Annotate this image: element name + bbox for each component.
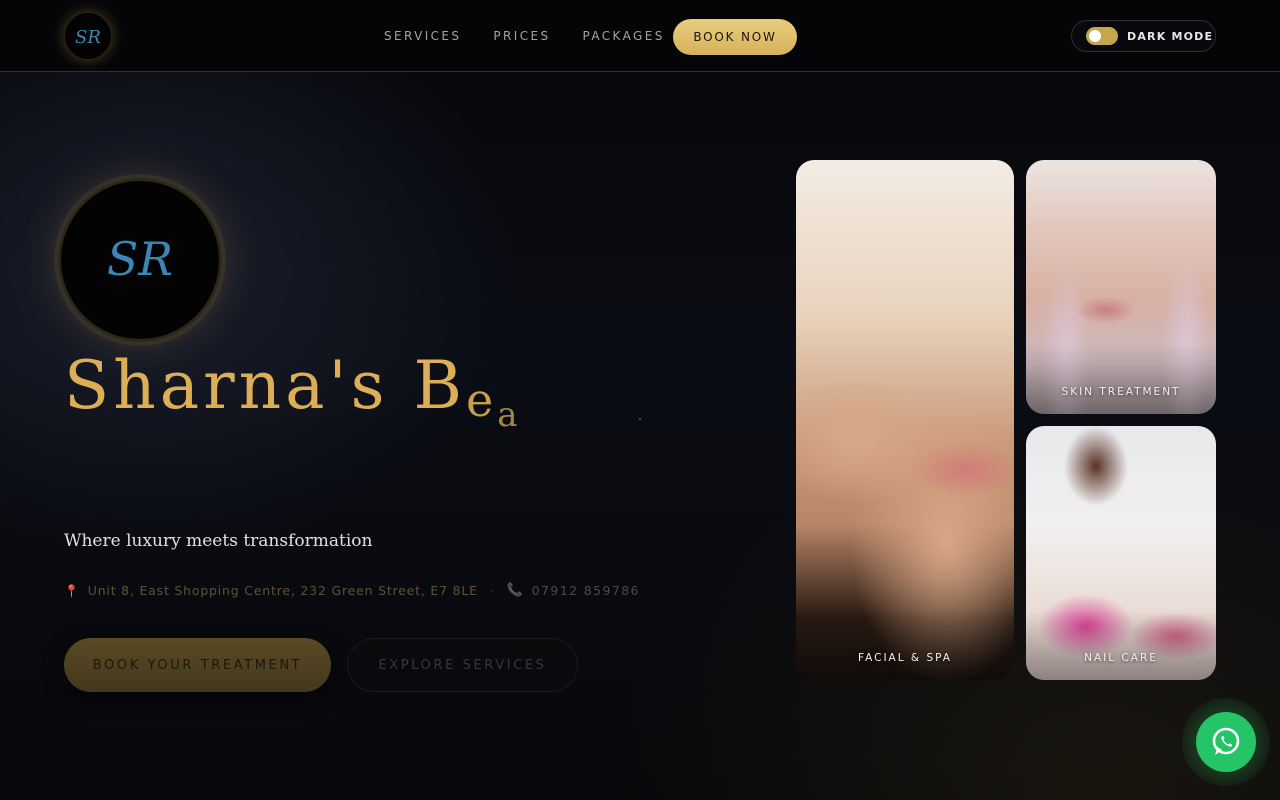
whatsapp-icon xyxy=(1212,727,1240,755)
dark-mode-label: DARK MODE xyxy=(1127,29,1214,43)
monogram-icon: SR xyxy=(107,232,173,286)
hero-title: Sharna's Bea xyxy=(64,346,764,436)
hero-logo: SR xyxy=(58,178,222,342)
contact-line: 📍 Unit 8, East Shopping Centre, 232 Gree… xyxy=(64,583,640,598)
gallery-card-label: SKIN TREATMENT xyxy=(1061,386,1181,398)
separator-dot: · xyxy=(489,583,495,598)
gallery-card-nail-care[interactable]: NAIL CARE xyxy=(1026,426,1216,680)
phone-icon: 📞 xyxy=(506,583,524,598)
map-pin-icon: 📍 xyxy=(64,583,80,598)
toggle-knob xyxy=(1089,30,1101,42)
hero-title-letter: a xyxy=(497,395,522,435)
svg-text:SR: SR xyxy=(75,27,101,48)
gallery-card-skin-treatment[interactable]: SKIN TREATMENT xyxy=(1026,160,1216,414)
explore-services-button[interactable]: EXPLORE SERVICES xyxy=(347,638,578,692)
top-navbar: SR SERVICES PRICES PACKAGES BOOK NOW DAR… xyxy=(0,0,1280,72)
nav-logo[interactable]: SR xyxy=(64,12,112,60)
book-now-button[interactable]: BOOK NOW xyxy=(673,19,797,55)
hero-title-main: Sharna's B xyxy=(64,347,466,424)
decorative-dot xyxy=(639,418,641,420)
book-treatment-button[interactable]: BOOK YOUR TREATMENT xyxy=(64,638,331,692)
dark-mode-toggle[interactable]: DARK MODE xyxy=(1071,20,1216,52)
nav-link-prices[interactable]: PRICES xyxy=(493,29,550,43)
monogram-icon: SR xyxy=(75,27,101,48)
hero-title-letter: e xyxy=(465,373,498,427)
phone-text[interactable]: 07912 859786 xyxy=(532,583,640,598)
nav-links: SERVICES PRICES PACKAGES xyxy=(384,18,697,54)
hero-tagline: Where luxury meets transformation xyxy=(64,531,373,551)
toggle-switch[interactable] xyxy=(1086,27,1118,45)
gallery-card-label: NAIL CARE xyxy=(1084,652,1158,664)
gallery-card-label: FACIAL & SPA xyxy=(858,652,952,664)
nav-link-services[interactable]: SERVICES xyxy=(384,29,461,43)
gallery-card-facial-spa[interactable]: FACIAL & SPA xyxy=(796,160,1014,680)
whatsapp-chat-button[interactable] xyxy=(1196,712,1256,772)
address-text[interactable]: Unit 8, East Shopping Centre, 232 Green … xyxy=(88,583,478,598)
svg-text:SR: SR xyxy=(107,232,173,286)
nav-link-packages[interactable]: PACKAGES xyxy=(583,29,665,43)
